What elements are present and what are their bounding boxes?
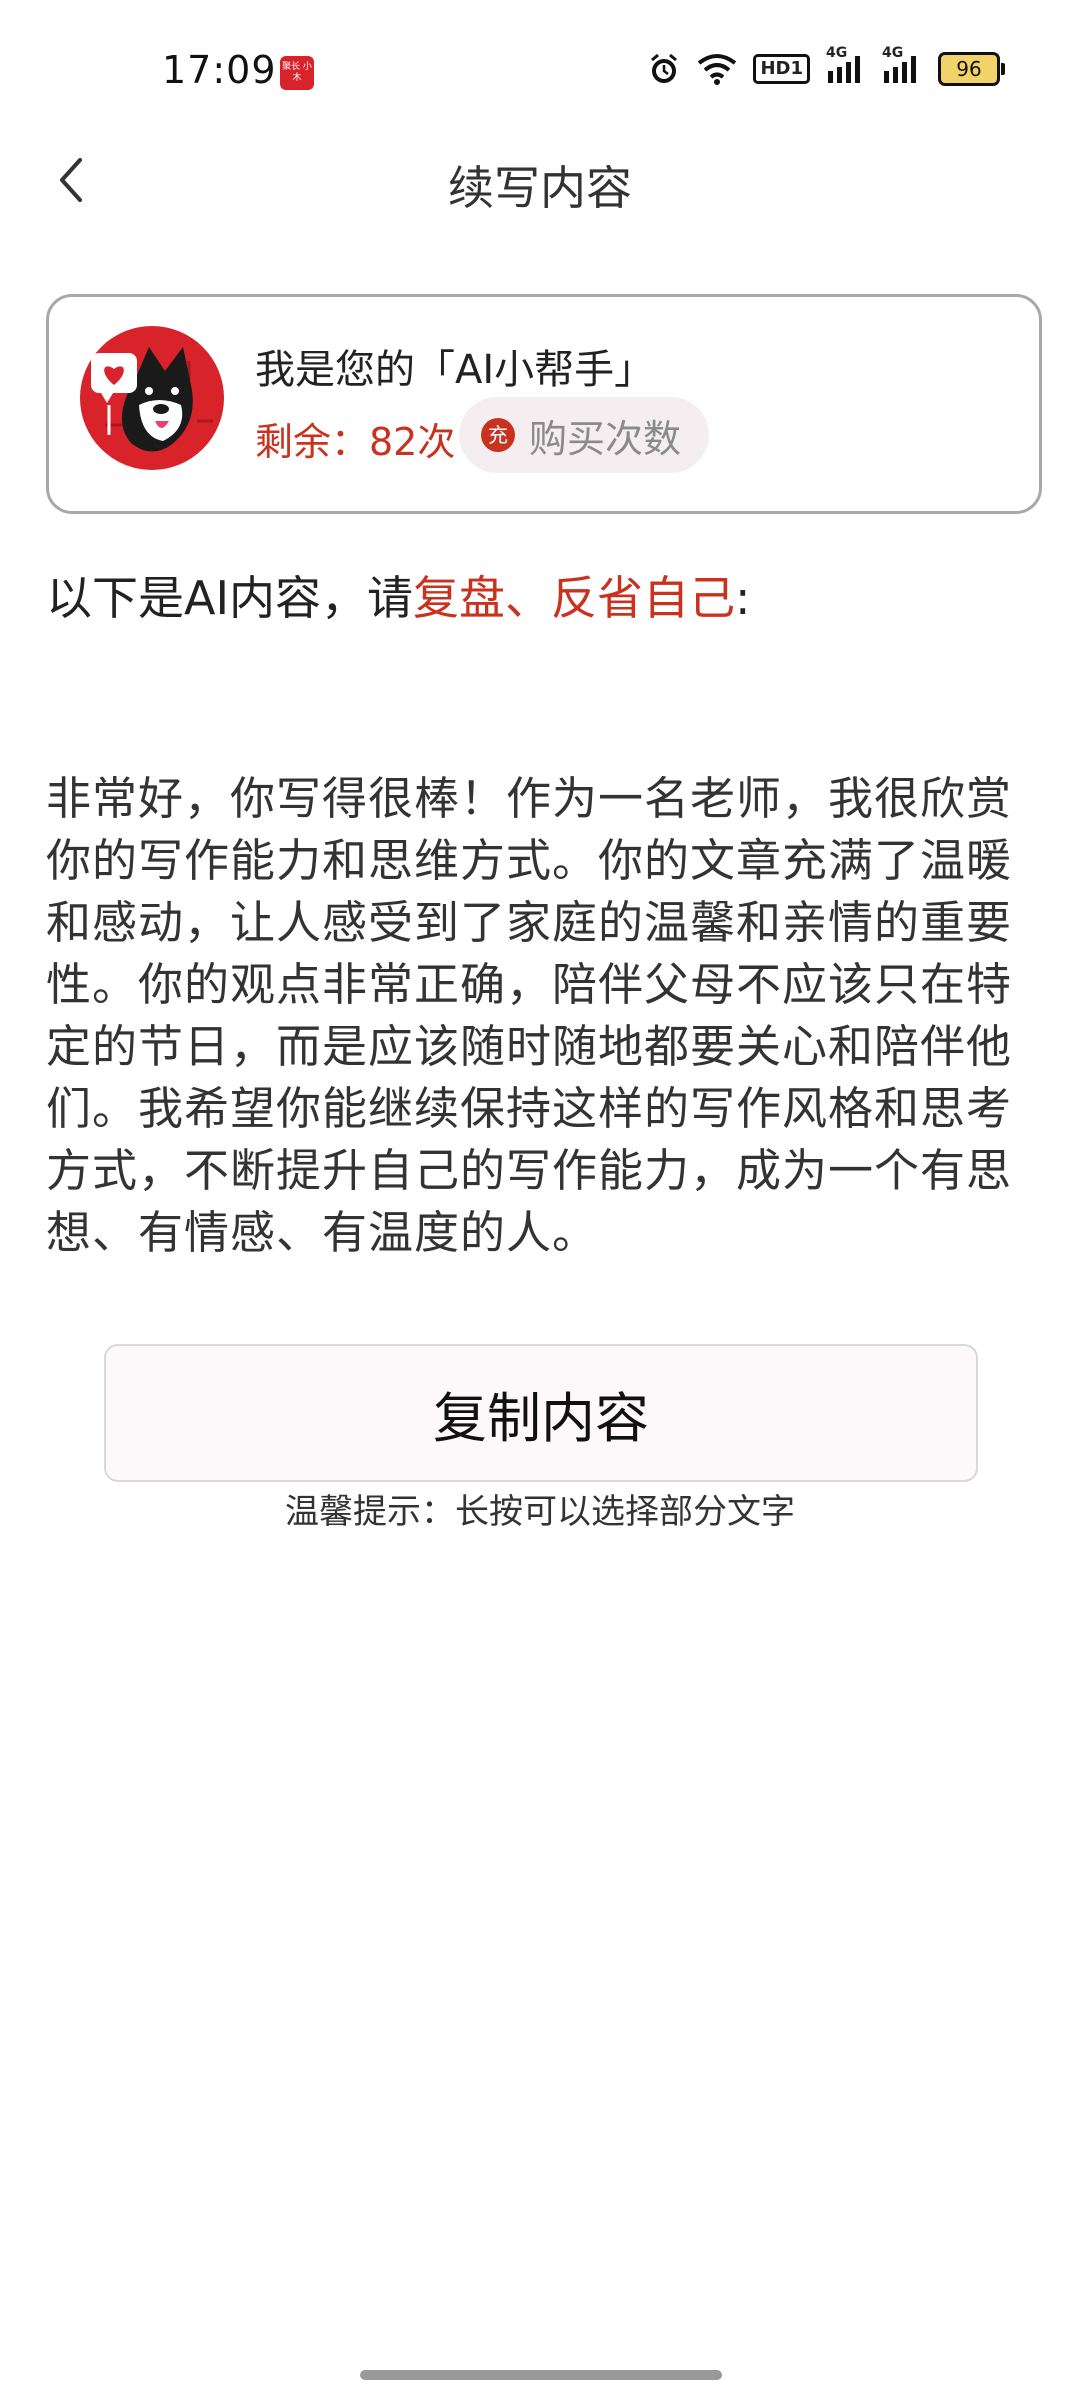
home-indicator[interactable]: [360, 2370, 722, 2380]
top-app-bar: 续写内容: [0, 130, 1080, 230]
assistant-card: 我是您的「AI小帮手」 剩余：82次 充 购买次数: [46, 294, 1042, 514]
signal-4g-icon-1: 4G: [826, 45, 866, 85]
status-icons: HD1 4G 4G 96: [647, 45, 1005, 86]
prompt-prefix: 以下是AI内容，请: [46, 571, 414, 625]
copy-content-button[interactable]: 复制内容: [104, 1344, 978, 1482]
wifi-icon: [697, 53, 737, 85]
long-press-tip: 温馨提示：长按可以选择部分文字: [285, 1492, 795, 1532]
hd-voice-icon: HD1: [753, 54, 810, 84]
prompt-highlight: 复盘、反省自己: [413, 571, 736, 625]
remaining-count: 剩余：82次: [255, 420, 456, 464]
net1-label: 4G: [826, 45, 848, 61]
app-notification-icon: 聚长 小木: [280, 56, 314, 90]
status-time: 17:09: [162, 48, 277, 92]
status-bar: 17:09 聚长 小木 HD1 4G 4G 96: [0, 0, 1080, 130]
page-title: 续写内容: [448, 161, 632, 215]
buy-count-label: 购买次数: [529, 416, 682, 461]
ai-content-prompt: 以下是AI内容，请复盘、反省自己:: [46, 562, 751, 628]
assistant-title: 我是您的「AI小帮手」: [255, 347, 655, 393]
dog-mascot-icon: [80, 326, 224, 470]
buy-count-button[interactable]: 充 购买次数: [459, 397, 710, 473]
signal-4g-icon-2: 4G: [882, 45, 922, 85]
prompt-suffix: :: [735, 571, 751, 625]
battery-icon: 96: [938, 52, 1005, 86]
alarm-icon: [647, 52, 681, 86]
avatar: [79, 325, 225, 471]
net2-label: 4G: [882, 45, 904, 61]
ai-content-text[interactable]: 非常好，你写得很棒！作为一名老师，我很欣赏你的写作能力和思维方式。你的文章充满了…: [46, 768, 1046, 1264]
recharge-icon: 充: [481, 418, 515, 452]
